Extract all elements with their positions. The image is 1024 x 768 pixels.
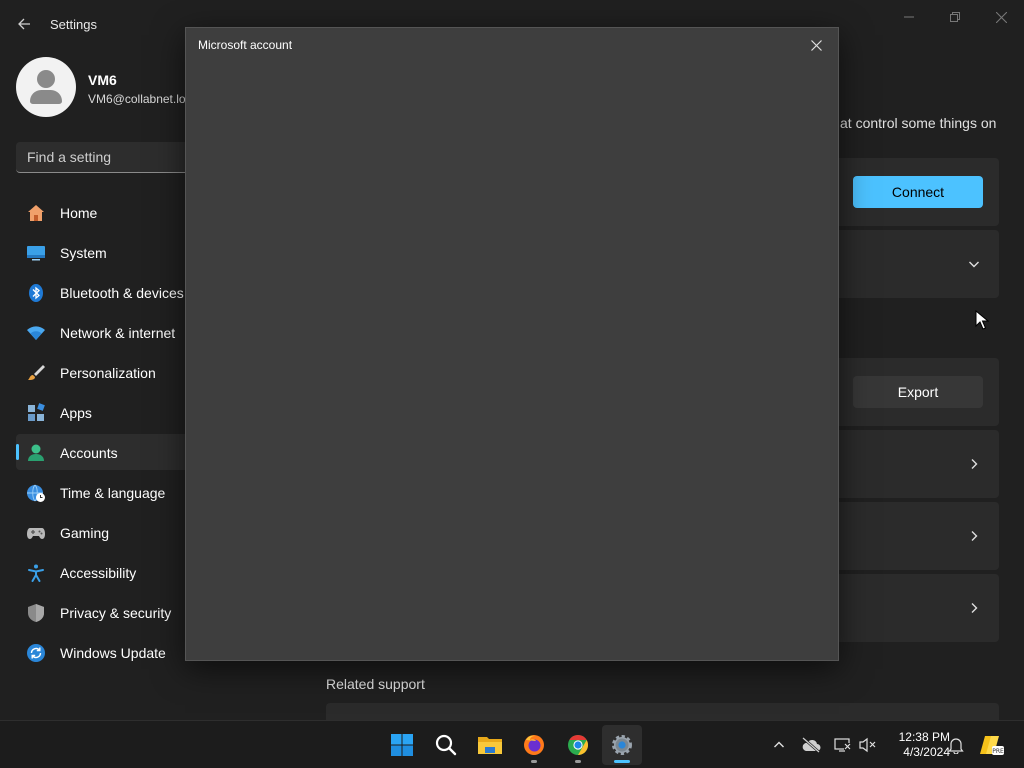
user-email: VM6@collabnet.lo xyxy=(88,92,186,106)
svg-text:PRE: PRE xyxy=(992,748,1004,755)
apps-icon xyxy=(26,403,46,423)
onedrive-tray-button[interactable] xyxy=(799,733,823,757)
shield-icon xyxy=(26,603,46,623)
settings-card-link[interactable] xyxy=(838,430,999,498)
firefox-icon xyxy=(524,735,544,755)
sidebar-item-label: Time & language xyxy=(60,485,166,501)
close-window-button[interactable] xyxy=(978,6,1024,28)
maximize-button[interactable] xyxy=(932,6,978,28)
globe-clock-icon xyxy=(26,483,46,503)
file-explorer-button[interactable] xyxy=(470,725,510,765)
running-indicator xyxy=(575,760,581,763)
user-name: VM6 xyxy=(88,72,117,88)
network-tray-button[interactable] xyxy=(831,733,855,757)
avatar xyxy=(16,57,76,117)
running-indicator xyxy=(531,760,537,763)
sidebar-item-label: Accessibility xyxy=(60,565,137,581)
back-arrow-icon xyxy=(18,18,30,30)
chevron-right-icon xyxy=(966,600,982,616)
taskbar: 12:38 PM 4/3/2024 PRE xyxy=(0,720,1024,768)
avatar-head xyxy=(37,70,55,88)
notifications-button[interactable] xyxy=(944,733,968,757)
sidebar-item-label: Apps xyxy=(60,405,92,421)
sidebar-item-label: Privacy & security xyxy=(60,605,172,621)
close-icon xyxy=(995,11,1007,23)
sidebar-item-label: Accounts xyxy=(60,445,118,461)
settings-card-link[interactable] xyxy=(838,502,999,570)
avatar-body xyxy=(30,90,62,104)
related-support-card[interactable] xyxy=(326,703,999,720)
gear-icon xyxy=(612,735,632,755)
close-icon xyxy=(810,39,822,51)
sidebar-item-label: Gaming xyxy=(60,525,110,541)
minimize-button[interactable] xyxy=(886,6,932,28)
network-monitor-icon xyxy=(834,738,851,752)
accessibility-icon xyxy=(26,563,46,583)
mouse-cursor-icon xyxy=(975,310,989,330)
restore-icon xyxy=(950,12,960,22)
search-icon xyxy=(435,734,457,756)
chevron-up-icon xyxy=(774,741,784,748)
sidebar-item-label: Personalization xyxy=(60,365,156,381)
gamepad-icon xyxy=(26,523,46,543)
export-button[interactable]: Export xyxy=(853,376,983,408)
speaker-muted-icon xyxy=(859,737,876,753)
sidebar-item-label: Home xyxy=(60,205,98,221)
update-icon xyxy=(26,643,46,663)
back-button[interactable] xyxy=(12,12,36,36)
minimize-icon xyxy=(904,16,914,18)
copilot-button[interactable]: PRE xyxy=(978,733,1006,757)
chevron-right-icon xyxy=(966,456,982,472)
bell-icon xyxy=(948,738,964,754)
settings-taskbar-button[interactable] xyxy=(602,725,642,765)
system-icon xyxy=(26,243,46,263)
clock-date: 4/3/2024 xyxy=(903,745,950,759)
active-indicator xyxy=(614,760,630,763)
related-support-heading: Related support xyxy=(326,676,425,692)
dialog-close-button[interactable] xyxy=(804,34,828,56)
wifi-icon xyxy=(26,323,46,343)
brush-icon xyxy=(26,363,46,383)
show-hidden-icons-button[interactable] xyxy=(767,733,791,757)
windows-logo-icon xyxy=(391,734,413,756)
firefox-button[interactable] xyxy=(514,725,554,765)
search-taskbar-button[interactable] xyxy=(426,725,466,765)
clock-time: 12:38 PM xyxy=(898,730,950,744)
sidebar-item-label: System xyxy=(60,245,107,261)
dialog-title: Microsoft account xyxy=(198,38,293,52)
account-description-text: at control some things on xyxy=(840,115,997,131)
accounts-icon xyxy=(26,443,46,463)
chevron-right-icon xyxy=(966,528,982,544)
sidebar-item-label: Network & internet xyxy=(60,325,176,341)
clock[interactable]: 12:38 PM 4/3/2024 xyxy=(880,730,950,760)
chevron-down-icon xyxy=(966,256,982,272)
connect-button[interactable]: Connect xyxy=(853,176,983,208)
folder-icon xyxy=(478,737,502,754)
settings-card-link[interactable] xyxy=(838,574,999,642)
sidebar-item-label: Bluetooth & devices xyxy=(60,285,184,301)
chrome-button[interactable] xyxy=(558,725,598,765)
copilot-icon: PRE xyxy=(980,736,1004,755)
start-button[interactable] xyxy=(382,725,422,765)
settings-card-expandable[interactable] xyxy=(838,230,999,298)
chrome-icon xyxy=(568,735,588,755)
sidebar-item-label: Windows Update xyxy=(60,645,166,661)
home-icon xyxy=(26,203,46,223)
microsoft-account-dialog: Microsoft account xyxy=(185,27,839,661)
app-title: Settings xyxy=(50,17,97,32)
bluetooth-icon xyxy=(26,283,46,303)
cloud-offline-icon xyxy=(802,737,821,753)
volume-tray-button[interactable] xyxy=(856,733,880,757)
